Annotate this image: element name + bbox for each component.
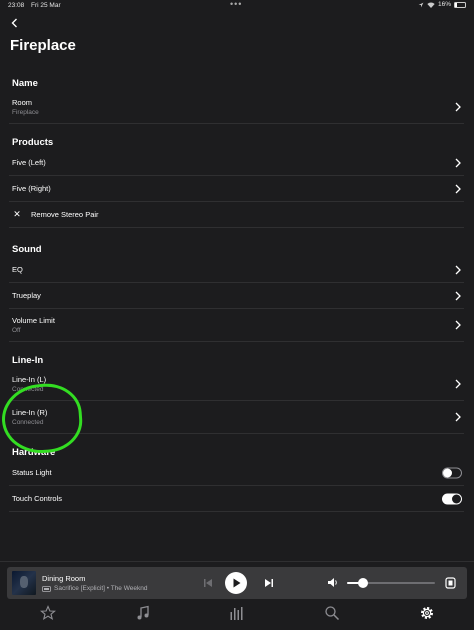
chevron-right-icon — [455, 320, 461, 330]
section-title-name: Name — [12, 78, 38, 89]
section-title-sound: Sound — [12, 244, 42, 255]
settings-list: Name Room Fireplace Products Five (Left)… — [0, 63, 474, 512]
previous-track-icon[interactable] — [203, 578, 213, 588]
volume-slider[interactable] — [347, 578, 435, 588]
now-playing-track: Sacrifice [Explicit] • The Weeknd — [54, 585, 148, 592]
chevron-left-icon — [11, 18, 17, 28]
toggle-knob — [452, 494, 461, 503]
status-date: Fri 25 Mar — [31, 2, 61, 9]
album-art[interactable] — [12, 571, 36, 595]
battery-percent: 16% — [437, 1, 451, 8]
status-light-toggle[interactable] — [442, 467, 462, 478]
line-in-left-label: Line-In (L) — [12, 375, 47, 384]
favorites-icon[interactable] — [40, 605, 56, 621]
chevron-right-icon — [455, 265, 461, 274]
status-light-label: Status Light — [12, 468, 52, 477]
line-in-right-row[interactable]: Line-In (R) Connected — [9, 401, 464, 434]
remove-stereo-pair-label: Remove Stereo Pair — [31, 210, 99, 219]
search-icon[interactable] — [324, 605, 340, 621]
chevron-right-icon — [455, 184, 461, 193]
touch-controls-label: Touch Controls — [12, 494, 63, 503]
eq-row[interactable]: EQ — [9, 257, 464, 283]
music-icon[interactable] — [135, 605, 151, 621]
touch-controls-row: Touch Controls — [9, 486, 464, 512]
location-icon — [418, 2, 424, 7]
five-left-label: Five (Left) — [12, 158, 46, 167]
remove-stereo-pair-row[interactable]: ✕ Remove Stereo Pair — [9, 202, 464, 228]
chevron-right-icon — [455, 291, 461, 300]
chevron-right-icon — [455, 102, 461, 112]
page-title: Fireplace — [10, 37, 76, 54]
battery-icon — [454, 1, 466, 8]
divider — [0, 561, 474, 562]
wifi-icon — [427, 2, 435, 8]
chevron-right-icon — [455, 158, 461, 167]
room-value: Fireplace — [12, 109, 39, 116]
volume-limit-row[interactable]: Volume Limit Off — [9, 309, 464, 342]
play-button[interactable] — [225, 572, 247, 594]
status-bar: 23:08 Fri 25 Mar ••• 16% — [0, 0, 474, 10]
line-in-left-row[interactable]: Line-In (L) Connected — [9, 368, 464, 401]
eq-label: EQ — [12, 265, 23, 274]
volume-limit-label: Volume Limit — [12, 316, 55, 325]
five-left-row[interactable]: Five (Left) — [9, 150, 464, 176]
group-rooms-icon[interactable] — [445, 577, 456, 589]
play-icon — [233, 578, 240, 588]
rooms-icon[interactable] — [229, 605, 245, 621]
volume-knob[interactable] — [357, 578, 368, 588]
section-title-hardware: Hardware — [12, 447, 56, 458]
now-playing-bar[interactable]: Dining Room Sacrifice [Explicit] • The W… — [7, 567, 467, 599]
room-label: Room — [12, 98, 33, 107]
chevron-right-icon — [455, 379, 461, 389]
back-button[interactable] — [7, 16, 21, 30]
toggle-knob — [443, 468, 452, 477]
tab-bar — [0, 600, 474, 630]
status-time: 23:08 — [8, 2, 25, 9]
now-playing-room: Dining Room — [42, 574, 86, 583]
room-row[interactable]: Room Fireplace — [9, 91, 464, 124]
status-light-row: Status Light — [9, 460, 464, 486]
five-right-row[interactable]: Five (Right) — [9, 176, 464, 202]
volume-limit-value: Off — [12, 327, 21, 334]
touch-controls-toggle[interactable] — [442, 493, 462, 504]
volume-icon[interactable] — [327, 577, 339, 588]
chevron-right-icon — [455, 412, 461, 422]
settings-icon[interactable] — [419, 605, 435, 621]
trueplay-row[interactable]: Trueplay — [9, 283, 464, 309]
section-title-line-in: Line-In — [12, 355, 44, 366]
line-in-right-status: Connected — [12, 419, 44, 426]
five-right-label: Five (Right) — [12, 184, 51, 193]
trueplay-label: Trueplay — [12, 291, 41, 300]
line-in-source-icon — [42, 585, 51, 592]
multitasking-dots-icon[interactable]: ••• — [230, 0, 242, 9]
line-in-left-status: Connected — [12, 386, 44, 393]
section-title-products: Products — [12, 137, 54, 148]
line-in-right-label: Line-In (R) — [12, 408, 48, 417]
close-icon: ✕ — [13, 209, 21, 219]
next-track-icon[interactable] — [264, 578, 274, 588]
